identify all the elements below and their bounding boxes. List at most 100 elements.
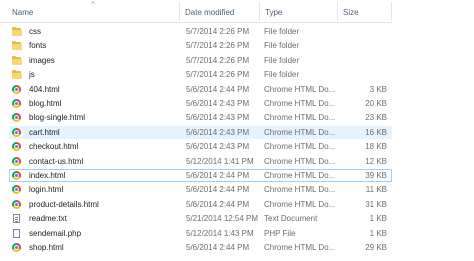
chrome-html-icon <box>12 142 22 152</box>
folder-icon <box>12 55 22 65</box>
file-date-modified: 5/6/2014 2:44 PM <box>186 185 250 195</box>
file-name: checkout.html <box>29 142 79 152</box>
file-size: 11 KB <box>365 185 387 195</box>
file-size: 39 KB <box>365 171 387 180</box>
file-name: js <box>29 70 35 80</box>
file-size: 29 KB <box>365 243 387 252</box>
php-file-icon <box>12 228 22 238</box>
file-row[interactable]: sendemail.php 5/12/2014 1:43 PM PHP File 1 … <box>9 227 392 240</box>
column-header-size[interactable]: Size <box>343 7 359 19</box>
file-row[interactable]: product-details.html 5/6/2014 2:44 PM Chro… <box>9 198 392 211</box>
file-type: Text Document <box>264 214 318 224</box>
folder-icon <box>12 70 22 80</box>
chrome-html-icon <box>12 113 22 123</box>
file-row[interactable]: css 5/7/2014 2:26 PM File folder <box>9 25 392 38</box>
file-type: Chrome HTML Do... <box>264 243 336 252</box>
file-type: PHP File <box>264 228 296 238</box>
file-date-modified: 5/6/2014 2:44 PM <box>186 171 250 180</box>
file-type: Chrome HTML Do... <box>264 127 336 137</box>
file-date-modified: 5/6/2014 2:44 PM <box>186 84 250 94</box>
text-document-icon <box>12 214 22 224</box>
file-type: Chrome HTML Do... <box>264 199 336 209</box>
file-date-modified: 5/7/2014 2:26 PM <box>186 70 250 80</box>
file-name: product-details.html <box>29 199 99 209</box>
folder-icon <box>12 41 22 51</box>
file-size: 23 KB <box>365 113 387 123</box>
file-row[interactable]: cart.html 5/6/2014 2:43 PM Chrome HTML Do.… <box>9 125 392 139</box>
chrome-html-icon <box>12 156 22 166</box>
file-size: 12 KB <box>365 156 387 166</box>
file-row[interactable]: blog.html 5/6/2014 2:43 PM Chrome HTML Do.… <box>9 97 392 110</box>
file-row[interactable]: fonts 5/7/2014 2:26 PM File folder <box>9 39 392 52</box>
file-size: 1 KB <box>369 228 387 238</box>
file-name: css <box>29 27 41 36</box>
column-header-type[interactable]: Type <box>265 7 282 19</box>
file-type: Chrome HTML Do... <box>264 171 336 180</box>
file-size <box>339 39 387 52</box>
file-row[interactable]: shop.html 5/6/2014 2:44 PM Chrome HTML Do.… <box>9 241 392 254</box>
file-type: Chrome HTML Do... <box>264 185 336 195</box>
file-type: Chrome HTML Do... <box>264 113 336 123</box>
file-size: 18 KB <box>365 142 387 152</box>
column-divider[interactable] <box>337 2 338 21</box>
chrome-html-icon <box>12 84 22 94</box>
folder-icon <box>12 27 22 36</box>
file-date-modified: 5/6/2014 2:43 PM <box>186 127 250 137</box>
chrome-html-icon <box>12 199 22 209</box>
file-date-modified: 5/6/2014 2:44 PM <box>186 199 250 209</box>
file-type: File folder <box>264 41 300 51</box>
file-date-modified: 5/7/2014 2:26 PM <box>186 55 250 65</box>
column-header-date-modified[interactable]: Date modified <box>185 7 234 19</box>
file-name: cart.html <box>29 127 60 137</box>
sort-ascending-icon: ^ <box>91 0 95 9</box>
file-name: blog.html <box>29 99 62 108</box>
file-type: File folder <box>264 70 300 80</box>
chrome-html-icon <box>12 171 22 180</box>
file-date-modified: 5/6/2014 2:44 PM <box>186 243 250 252</box>
chrome-html-icon <box>12 99 22 108</box>
file-date-modified: 5/21/2014 12:54 PM <box>186 214 259 224</box>
file-row[interactable]: js 5/7/2014 2:26 PM File folder <box>9 68 392 81</box>
file-row[interactable]: contact-us.html 5/12/2014 1:41 PM Chrome H… <box>9 155 392 168</box>
file-date-modified: 5/6/2014 2:43 PM <box>186 142 250 152</box>
file-date-modified: 5/7/2014 2:26 PM <box>186 27 250 36</box>
file-date-modified: 5/7/2014 2:26 PM <box>186 41 250 51</box>
file-size: 31 KB <box>365 199 387 209</box>
file-size: 16 KB <box>365 127 387 137</box>
file-name: images <box>29 55 55 65</box>
column-divider[interactable] <box>179 2 180 21</box>
file-name: 404.html <box>29 84 60 94</box>
file-row[interactable]: readme.txt 5/21/2014 12:54 PM Text Documen… <box>9 212 392 225</box>
file-size: 1 KB <box>369 214 387 224</box>
file-row[interactable]: checkout.html 5/6/2014 2:43 PM Chrome HTML… <box>9 140 392 153</box>
file-row[interactable]: login.html 5/6/2014 2:44 PM Chrome HTML Do… <box>9 183 392 196</box>
file-name: fonts <box>29 41 47 51</box>
file-name: sendemail.php <box>29 228 82 238</box>
file-name: readme.txt <box>29 214 67 224</box>
file-row[interactable]: index.html 5/6/2014 2:44 PM Chrome HTML Do… <box>9 169 392 182</box>
chrome-html-icon <box>12 243 22 252</box>
file-name: contact-us.html <box>29 156 84 166</box>
file-size: 3 KB <box>369 84 387 94</box>
file-type: Chrome HTML Do... <box>264 142 336 152</box>
file-date-modified: 5/6/2014 2:43 PM <box>186 99 250 108</box>
file-type: File folder <box>264 55 300 65</box>
chrome-html-icon <box>12 127 22 137</box>
chrome-html-icon <box>12 185 22 195</box>
file-size: 20 KB <box>365 99 387 108</box>
file-type: Chrome HTML Do... <box>264 156 336 166</box>
column-header-bar: ^ Name Date modified Type Size <box>0 0 392 23</box>
file-type: Chrome HTML Do... <box>264 99 336 108</box>
column-divider[interactable] <box>259 2 260 21</box>
column-divider[interactable] <box>391 2 392 21</box>
file-row[interactable]: blog-single.html 5/6/2014 2:43 PM Chrome H… <box>9 111 392 124</box>
file-row[interactable]: images 5/7/2014 2:26 PM File folder <box>9 54 392 67</box>
file-type: File folder <box>264 27 300 36</box>
file-row[interactable]: 404.html 5/6/2014 2:44 PM Chrome HTML Do..… <box>9 83 392 96</box>
file-name: shop.html <box>29 243 64 252</box>
file-name: login.html <box>29 185 64 195</box>
file-size <box>339 54 387 67</box>
column-header-name[interactable]: Name <box>12 7 33 19</box>
file-date-modified: 5/6/2014 2:43 PM <box>186 113 250 123</box>
file-name: index.html <box>29 171 66 180</box>
